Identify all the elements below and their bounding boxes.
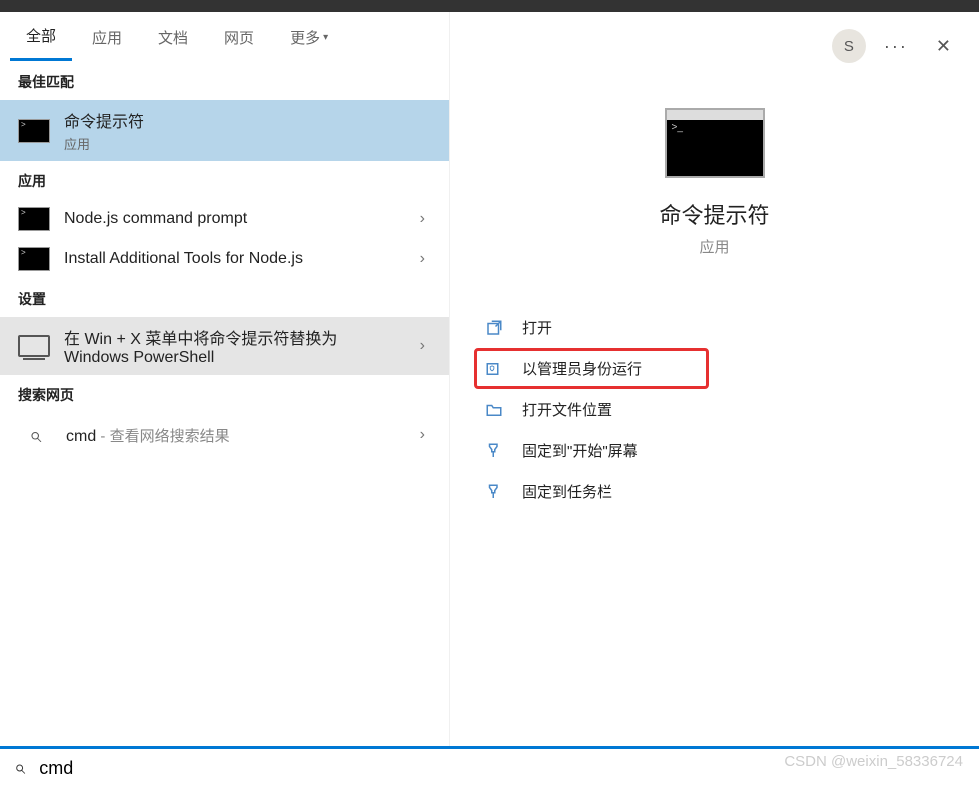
search-icon: ⌕ — [14, 757, 25, 780]
pin-icon — [484, 441, 504, 461]
section-apps: 应用 — [0, 161, 449, 199]
action-open[interactable]: 打开 — [480, 307, 949, 348]
tab-more-label: 更多 — [290, 27, 320, 48]
section-web: 搜索网页 — [0, 375, 449, 413]
result-title: cmd — [66, 428, 96, 445]
result-title: Install Additional Tools for Node.js — [64, 250, 400, 268]
more-options-button[interactable]: ··· — [884, 36, 908, 57]
pin-icon — [484, 482, 504, 502]
settings-item-winx[interactable]: 在 Win + X 菜单中将命令提示符替换为 Windows PowerShel… — [0, 317, 449, 375]
detail-pane: 命令提示符 应用 — [450, 108, 979, 257]
result-title: 在 Win + X 菜单中将命令提示符替换为 Windows PowerShel… — [64, 325, 400, 367]
action-run-as-admin[interactable]: 以管理员身份运行 — [480, 348, 949, 389]
right-panel: S ··· ✕ 命令提示符 应用 打开 以管理员身份运行 — [450, 12, 979, 788]
detail-console-icon — [665, 108, 765, 178]
caret-down-icon: ▾ — [323, 32, 328, 43]
console-icon — [18, 247, 50, 271]
result-text: Install Additional Tools for Node.js — [64, 250, 400, 268]
action-label: 固定到"开始"屏幕 — [522, 440, 638, 461]
action-label: 打开 — [522, 317, 552, 338]
detail-subtitle: 应用 — [699, 236, 729, 257]
action-pin-start[interactable]: 固定到"开始"屏幕 — [480, 430, 949, 471]
console-icon — [18, 119, 50, 143]
console-icon — [18, 207, 50, 231]
result-title: 命令提示符 — [64, 108, 431, 132]
result-subtitle: 应用 — [64, 134, 431, 153]
action-pin-taskbar[interactable]: 固定到任务栏 — [480, 471, 949, 512]
chevron-right-icon[interactable]: › — [414, 250, 431, 268]
watermark: CSDN @weixin_58336724 — [784, 753, 963, 770]
result-text: cmd - 查看网络搜索结果 — [66, 425, 400, 446]
search-icon — [18, 421, 52, 449]
tab-docs[interactable]: 文档 — [142, 15, 204, 60]
detail-title: 命令提示符 — [659, 198, 769, 230]
tab-apps[interactable]: 应用 — [76, 15, 138, 60]
result-text: 命令提示符 应用 — [64, 108, 431, 153]
action-open-file-location[interactable]: 打开文件位置 — [480, 389, 949, 430]
open-icon — [484, 318, 504, 338]
chevron-right-icon[interactable]: › — [414, 426, 431, 444]
tabs-row: 全部 应用 文档 网页 更多 ▾ — [0, 12, 449, 62]
section-settings: 设置 — [0, 279, 449, 317]
chevron-right-icon[interactable]: › — [414, 210, 431, 228]
user-avatar[interactable]: S — [832, 29, 866, 63]
web-item-cmd[interactable]: cmd - 查看网络搜索结果 › — [0, 413, 449, 457]
close-button[interactable]: ✕ — [926, 30, 961, 63]
monitor-icon — [18, 335, 50, 357]
right-header: S ··· ✕ — [450, 18, 979, 68]
action-label: 以管理员身份运行 — [522, 358, 642, 379]
tab-web[interactable]: 网页 — [208, 15, 270, 60]
app-item-nodejs-tools[interactable]: Install Additional Tools for Node.js › — [0, 239, 449, 279]
action-label: 固定到任务栏 — [522, 481, 612, 502]
titlebar-strip — [0, 0, 979, 12]
main-container: 全部 应用 文档 网页 更多 ▾ 最佳匹配 命令提示符 应用 应用 Node.j… — [0, 12, 979, 788]
tab-all[interactable]: 全部 — [10, 13, 72, 61]
best-match-item[interactable]: 命令提示符 应用 — [0, 100, 449, 161]
action-label: 打开文件位置 — [522, 399, 612, 420]
chevron-right-icon[interactable]: › — [414, 337, 431, 355]
actions-list: 打开 以管理员身份运行 打开文件位置 固定到"开始"屏幕 — [450, 307, 979, 512]
result-title: Node.js command prompt — [64, 210, 400, 228]
left-panel: 全部 应用 文档 网页 更多 ▾ 最佳匹配 命令提示符 应用 应用 Node.j… — [0, 12, 450, 788]
result-text: Node.js command prompt — [64, 210, 400, 228]
tab-more[interactable]: 更多 ▾ — [274, 15, 344, 60]
result-text: 在 Win + X 菜单中将命令提示符替换为 Windows PowerShel… — [64, 325, 400, 367]
result-suffix: - 查看网络搜索结果 — [96, 428, 229, 445]
shield-admin-icon — [484, 359, 504, 379]
app-item-nodejs-prompt[interactable]: Node.js command prompt › — [0, 199, 449, 239]
section-best-match: 最佳匹配 — [0, 62, 449, 100]
folder-icon — [484, 400, 504, 420]
